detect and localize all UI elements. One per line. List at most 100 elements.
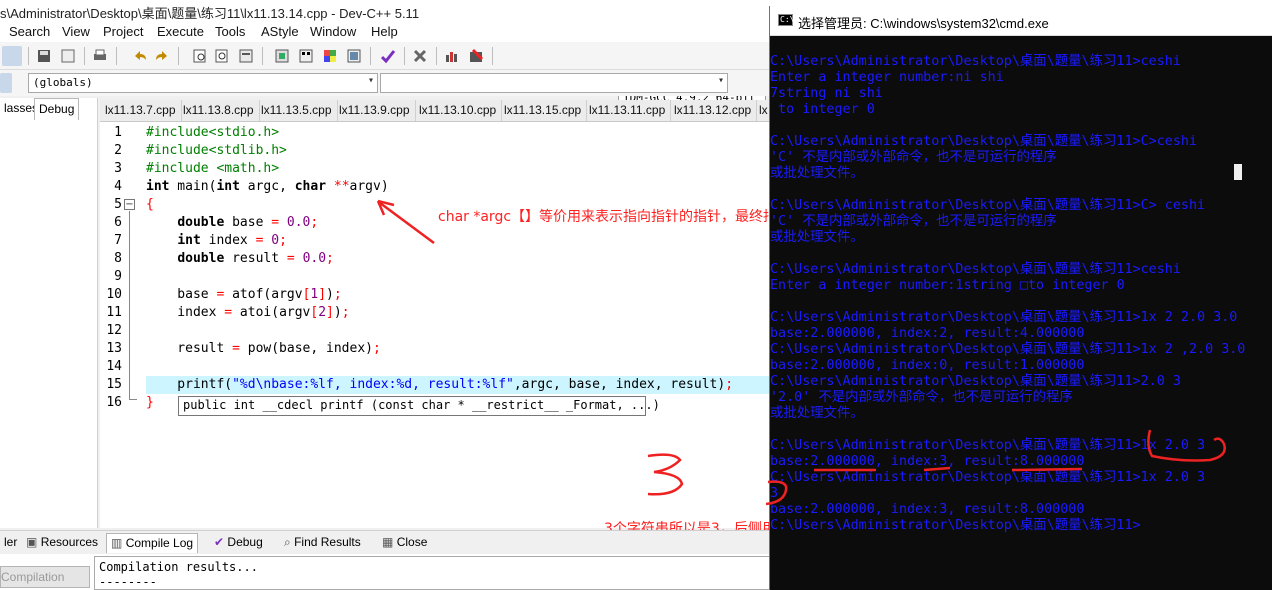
line-number: 6 bbox=[114, 215, 122, 230]
tab-find-results[interactable]: ⌕ Find Results bbox=[280, 533, 365, 553]
run-icon[interactable] bbox=[296, 46, 316, 66]
scope-combo-value: (globals) bbox=[33, 76, 93, 89]
console-line: base:2.000000, index:0, result:1.000000 bbox=[770, 358, 1085, 373]
panel-toggle-icon[interactable] bbox=[0, 73, 12, 93]
cmd-console[interactable]: C:\Users\Administrator\Desktop\桌面\题量\练习1… bbox=[770, 36, 1272, 590]
fold-guide bbox=[129, 211, 130, 399]
menu-astyle[interactable]: AStyle bbox=[261, 24, 299, 39]
menu-tools[interactable]: Tools bbox=[215, 24, 245, 39]
line-number: 16 bbox=[106, 395, 122, 410]
delete-profile-icon[interactable] bbox=[466, 46, 486, 66]
menu-execute[interactable]: Execute bbox=[157, 24, 204, 39]
tab-find-results-label: Find Results bbox=[294, 535, 361, 549]
checkmark-icon: ✔ bbox=[214, 535, 225, 549]
undo-icon[interactable] bbox=[130, 46, 150, 66]
file-tab[interactable]: lx11.13.10.cpp bbox=[414, 100, 503, 121]
scope-combo[interactable]: (globals) ▾ bbox=[28, 73, 378, 93]
console-line: 'C' 不是内部或外部命令，也不是可运行的程序 bbox=[770, 150, 1057, 165]
chevron-down-icon: ▾ bbox=[367, 75, 374, 86]
bottom-tab-bar: ler ▣ Resources ▥ Compile Log ✔ Debug ⌕ … bbox=[0, 530, 770, 554]
annotation-bracket bbox=[765, 480, 788, 506]
desktop: { "devcpp": { "title": "s\\Administrator… bbox=[0, 0, 1272, 590]
replace-icon[interactable] bbox=[212, 46, 232, 66]
console-line: C:\Users\Administrator\Desktop\桌面\题量\练习1… bbox=[770, 342, 1246, 357]
find-icon[interactable] bbox=[190, 46, 210, 66]
console-line: C:\Users\Administrator\Desktop\桌面\题量\练习1… bbox=[770, 54, 1181, 69]
annotation-scribble bbox=[1147, 429, 1226, 462]
line-number: 3 bbox=[114, 161, 122, 176]
line-number: 7 bbox=[114, 233, 122, 248]
console-line: 或批处理文件。 bbox=[770, 406, 864, 421]
line-number: 1 bbox=[114, 125, 122, 140]
function-combo[interactable]: ▾ bbox=[380, 73, 728, 93]
file-tab[interactable]: lx11.13.15.cpp bbox=[499, 100, 588, 121]
compile-run-icon[interactable] bbox=[320, 46, 340, 66]
compile-log-icon: ▥ bbox=[111, 536, 123, 550]
console-line: Enter a integer number:ni shi bbox=[770, 70, 1004, 85]
file-tab[interactable]: lx11.13.8.cpp bbox=[178, 100, 260, 121]
line-gutter: 1 2 3 4 5 6 7 8 9 10 11 12 13 14 15 16 − bbox=[100, 122, 142, 528]
cmd-window[interactable]: C:\ 选择管理员: C:\windows\system32\cmd.exe C… bbox=[769, 6, 1272, 590]
profile-icon[interactable] bbox=[442, 46, 462, 66]
console-line: base:2.000000, index:2, result:4.000000 bbox=[770, 326, 1085, 341]
menu-bar: Search View Project Execute Tools AStyle… bbox=[0, 22, 770, 42]
line-number: 5 bbox=[114, 197, 122, 212]
file-tab[interactable]: lx11.13.11.cpp bbox=[584, 100, 672, 121]
line-number: 10 bbox=[106, 287, 122, 302]
tab-debug-bottom[interactable]: ✔ Debug bbox=[210, 533, 267, 553]
file-tab[interactable]: lx11.13.7.cpp bbox=[100, 100, 182, 121]
line-number: 2 bbox=[114, 143, 122, 158]
line-number: 8 bbox=[114, 251, 122, 266]
console-line: C:\Users\Administrator\Desktop\桌面\题量\练习1… bbox=[770, 198, 1206, 213]
file-tab[interactable]: lx bbox=[754, 100, 770, 121]
console-line: base:2.000000, index:3, result:8.000000 bbox=[770, 502, 1085, 517]
main-toolbar: TDM-GCC 4.9.2 64-bit bbox=[0, 42, 770, 108]
goto-line-icon[interactable] bbox=[236, 46, 256, 66]
console-line: 或批处理文件。 bbox=[770, 166, 864, 181]
tab-compiler[interactable]: ler bbox=[0, 533, 21, 553]
find-results-icon: ⌕ bbox=[284, 535, 291, 549]
menu-search[interactable]: Search bbox=[9, 24, 50, 39]
handwritten-three: 3 bbox=[647, 453, 684, 496]
menu-view[interactable]: View bbox=[62, 24, 90, 39]
fold-collapse-icon[interactable]: − bbox=[124, 199, 135, 210]
line-number: 12 bbox=[106, 323, 122, 338]
file-tab[interactable]: lx11.13.9.cpp bbox=[334, 100, 416, 121]
tab-debug[interactable]: Debug bbox=[34, 98, 80, 120]
redo-icon[interactable] bbox=[152, 46, 172, 66]
stop-icon[interactable] bbox=[410, 46, 430, 66]
compile-log-line: Compilation results... bbox=[99, 560, 258, 574]
project-panel: lasses Debug bbox=[0, 98, 98, 528]
compile-icon[interactable] bbox=[272, 46, 292, 66]
rebuild-icon[interactable] bbox=[344, 46, 364, 66]
console-line: 或批处理文件。 bbox=[770, 230, 864, 245]
line-number: 15 bbox=[106, 377, 122, 392]
compilation-button[interactable]: Compilation bbox=[0, 566, 90, 588]
close-all-icon[interactable] bbox=[2, 46, 22, 66]
close-icon: ▦ bbox=[382, 535, 394, 549]
console-line: C:\Users\Administrator\Desktop\桌面\题量\练习1… bbox=[770, 310, 1238, 325]
line-number: 9 bbox=[114, 269, 122, 284]
tab-resources[interactable]: ▣ Resources bbox=[22, 533, 102, 553]
fold-guide-end bbox=[129, 399, 137, 400]
tab-close[interactable]: ▦ Close bbox=[378, 533, 431, 553]
close-file-icon[interactable] bbox=[58, 46, 78, 66]
resources-icon: ▣ bbox=[26, 535, 38, 549]
file-tabs: lx11.13.7.cpp lx11.13.8.cpp lx11.13.5.cp… bbox=[100, 100, 770, 122]
console-line: C:\Users\Administrator\Desktop\桌面\题量\练习1… bbox=[770, 518, 1141, 533]
tab-compile-log[interactable]: ▥ Compile Log bbox=[106, 533, 199, 553]
annotation-underlines bbox=[814, 466, 1083, 472]
cmd-title-text: 选择管理员: C:\windows\system32\cmd.exe bbox=[798, 16, 1049, 31]
console-line: C:\Users\Administrator\Desktop\桌面\题量\练习1… bbox=[770, 134, 1198, 149]
menu-help[interactable]: Help bbox=[371, 24, 398, 39]
menu-window[interactable]: Window bbox=[310, 24, 356, 39]
tab-resources-label: Resources bbox=[40, 535, 99, 549]
file-tab[interactable]: lx11.13.12.cpp bbox=[669, 100, 758, 121]
menu-project[interactable]: Project bbox=[103, 24, 143, 39]
print-icon[interactable] bbox=[90, 46, 110, 66]
debug-icon[interactable] bbox=[378, 46, 398, 66]
chevron-down-icon: ▾ bbox=[717, 75, 724, 86]
file-tab[interactable]: lx11.13.5.cpp bbox=[256, 100, 338, 121]
save-all-icon[interactable] bbox=[34, 46, 54, 66]
console-cursor bbox=[1234, 164, 1242, 180]
